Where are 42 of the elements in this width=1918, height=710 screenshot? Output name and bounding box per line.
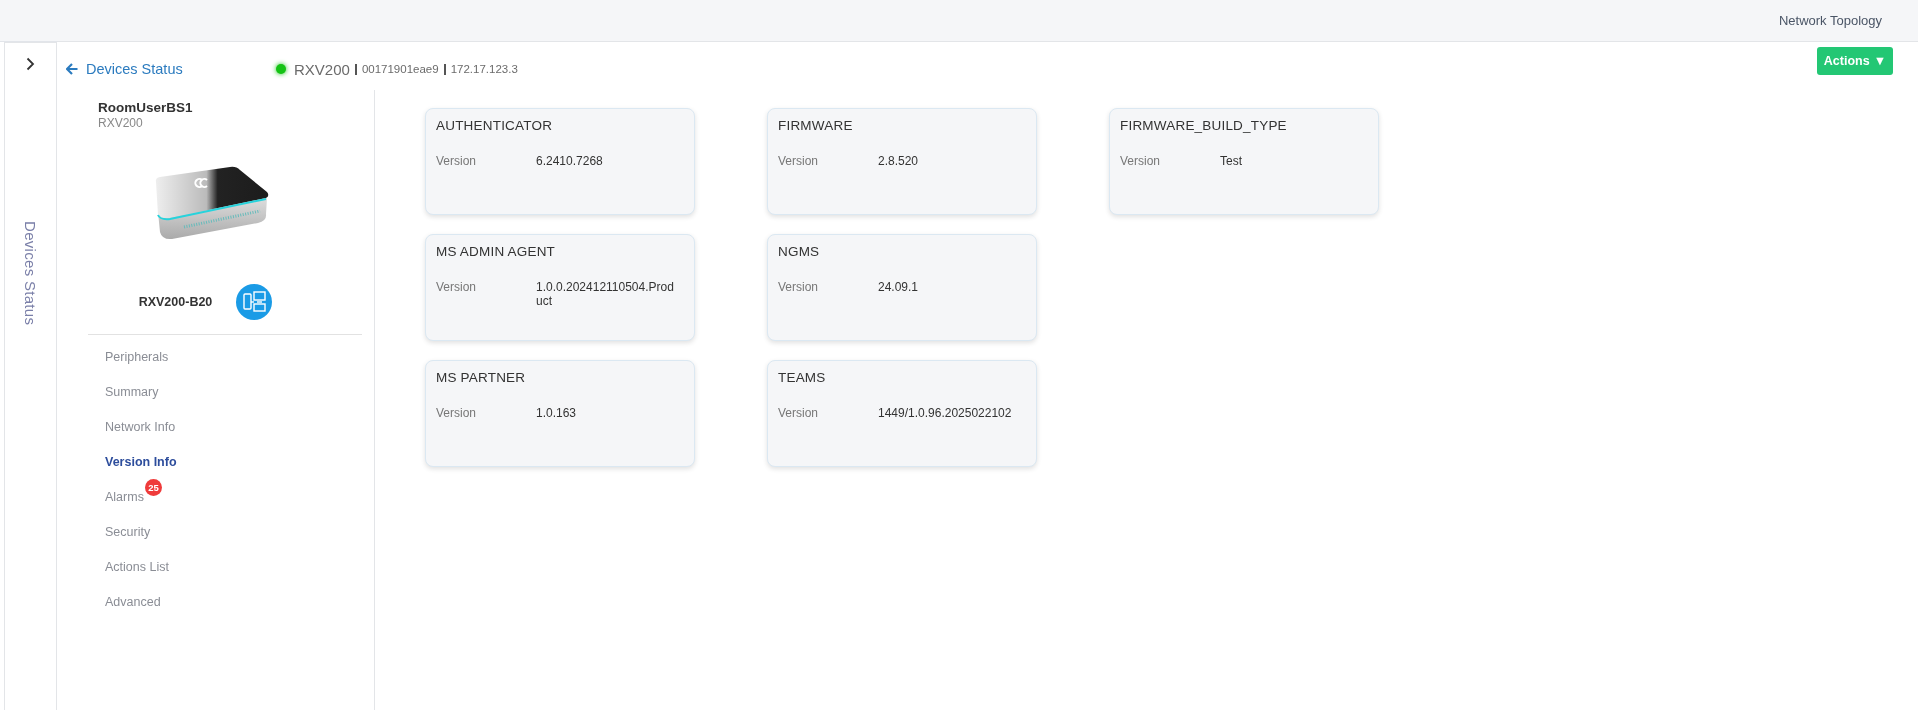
network-devices-icon[interactable] bbox=[236, 284, 273, 320]
rail-title: Devices Status bbox=[22, 221, 39, 326]
network-topology-link[interactable]: Network Topology bbox=[1778, 13, 1882, 28]
card-title: MS ADMIN AGENT bbox=[436, 244, 557, 259]
chevron-right-icon[interactable] bbox=[26, 57, 35, 71]
device-title: RoomUserBS1 bbox=[98, 100, 194, 115]
nav-item[interactable]: Version Info bbox=[105, 452, 177, 472]
field-value: 1449/1.0.96.2025022102 bbox=[878, 406, 1013, 420]
alarm-count-badge: 25 bbox=[145, 479, 162, 496]
device-model: RXV200 bbox=[98, 116, 144, 130]
field-label: Version bbox=[436, 154, 478, 168]
card-title: MS PARTNER bbox=[436, 370, 527, 385]
back-link[interactable]: Devices Status bbox=[66, 61, 276, 77]
card-title: NGMS bbox=[778, 244, 821, 259]
ip-address: 172.17.123.3 bbox=[450, 63, 518, 75]
field-value: 24.09.1 bbox=[878, 280, 920, 294]
card-title: FIRMWARE bbox=[778, 118, 854, 133]
nav-item[interactable]: Peripherals bbox=[105, 347, 169, 367]
field-value: 1.0.0.202412110504.Product bbox=[536, 280, 675, 308]
nav-item[interactable]: Summary bbox=[105, 382, 159, 402]
field-label: Version bbox=[778, 406, 820, 420]
device-variant: RXV200-B20 bbox=[138, 295, 213, 309]
field-value: 6.2410.7268 bbox=[536, 154, 604, 168]
nav-item[interactable]: Network Info bbox=[105, 417, 176, 437]
field-label: Version bbox=[436, 280, 478, 296]
card-title: AUTHENTICATOR bbox=[436, 118, 554, 133]
actions-button[interactable]: Actions ▼ bbox=[1816, 47, 1893, 75]
field-label: Version bbox=[1120, 154, 1162, 168]
card-title: FIRMWARE_BUILD_TYPE bbox=[1120, 118, 1288, 133]
card-title: TEAMS bbox=[778, 370, 827, 385]
field-value: 2.8.520 bbox=[878, 154, 920, 168]
field-value: 1.0.163 bbox=[536, 406, 578, 420]
nav-item[interactable]: Actions List bbox=[105, 557, 169, 577]
field-label: Version bbox=[778, 280, 820, 294]
field-label: Version bbox=[436, 406, 478, 420]
arrow-left-icon bbox=[66, 63, 78, 75]
field-label: Version bbox=[778, 154, 820, 168]
mac-address: 00171901eae9 bbox=[361, 63, 439, 75]
device-name: RXV200 bbox=[294, 60, 350, 78]
nav-item[interactable]: Advanced bbox=[105, 592, 161, 612]
field-value: Test bbox=[1220, 154, 1243, 168]
nav-item[interactable]: Security bbox=[105, 522, 151, 542]
